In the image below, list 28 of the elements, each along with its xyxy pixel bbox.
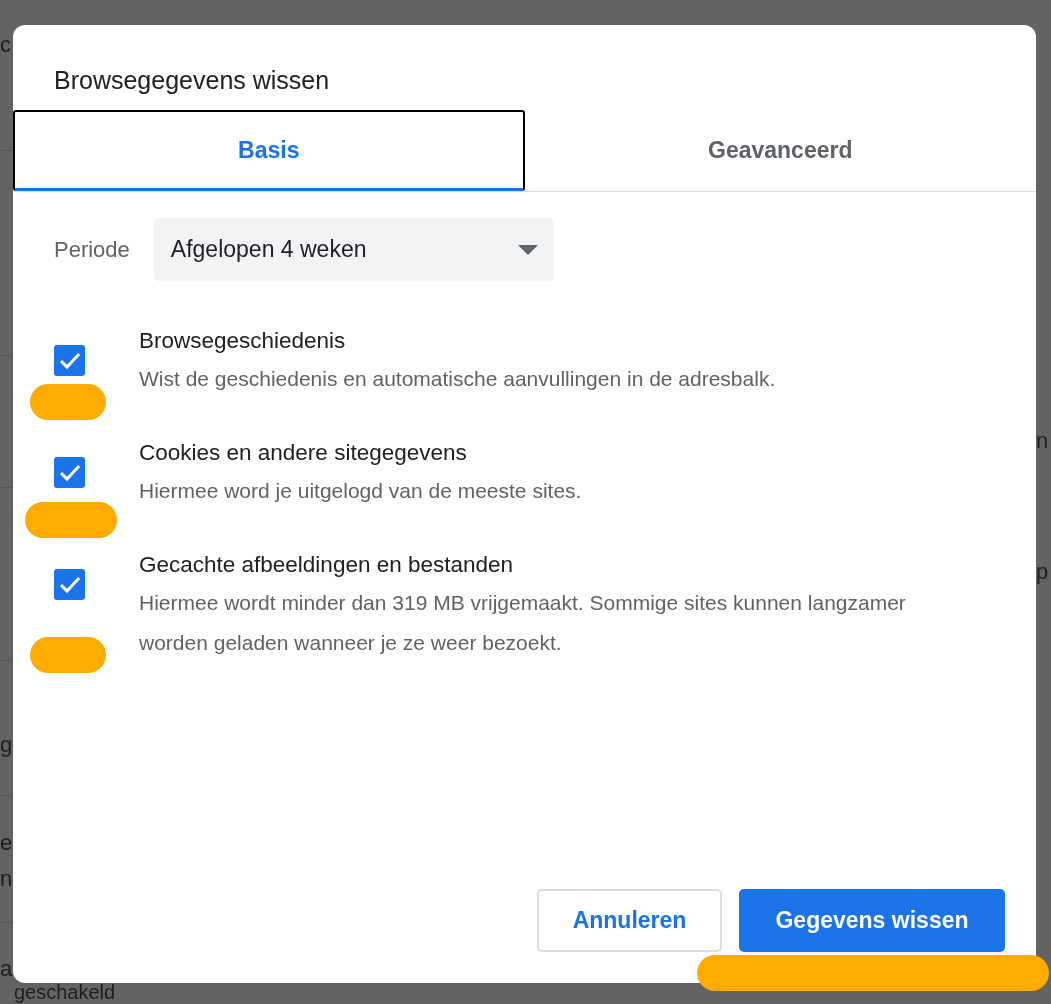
cancel-button[interactable]: Annuleren <box>537 889 722 952</box>
checkbox[interactable] <box>54 345 85 376</box>
checkbox[interactable] <box>54 457 85 488</box>
background-text: geschakeld <box>14 982 116 1002</box>
tab[interactable]: Geavanceerd <box>524 110 1036 191</box>
checkbox[interactable] <box>54 569 85 600</box>
option-title: Gecachte afbeeldingen en bestanden <box>139 551 515 579</box>
background-text: a <box>0 958 13 980</box>
dropdown-arrow-icon <box>517 244 538 255</box>
period-label: Periode <box>54 236 130 264</box>
option-title: Cookies en andere sitegegevens <box>139 439 468 467</box>
check-icon <box>58 575 81 594</box>
background-text: n <box>1036 430 1049 452</box>
option-description: Hiermee word je uitgelogd van de meeste sites. <box>139 478 582 504</box>
check-icon <box>58 351 81 370</box>
background-text: e <box>0 832 13 854</box>
check-icon <box>58 463 81 482</box>
background-text: c <box>0 34 11 56</box>
option-description: Wist de geschiedenis en automatische aanvullingen in de adresbalk. <box>139 366 776 392</box>
dialog-title: Browsegegevens wissen <box>53 65 331 96</box>
option-description: Hiermee wordt minder dan 319 MB vrijgemaakt. Sommige sites kunnen langzamer worden geladen wanneer je ze weer bezoekt. <box>139 590 907 656</box>
period-dropdown[interactable]: Afgelopen 4 weken <box>153 218 554 281</box>
background-text: g <box>0 734 13 756</box>
background-text: n <box>0 868 13 890</box>
background-text: p <box>1036 561 1049 583</box>
clear-data-button[interactable]: Gegevens wissen <box>739 889 1005 952</box>
tab[interactable]: Basis <box>13 110 525 191</box>
option-title: Browsegeschiedenis <box>139 327 347 355</box>
